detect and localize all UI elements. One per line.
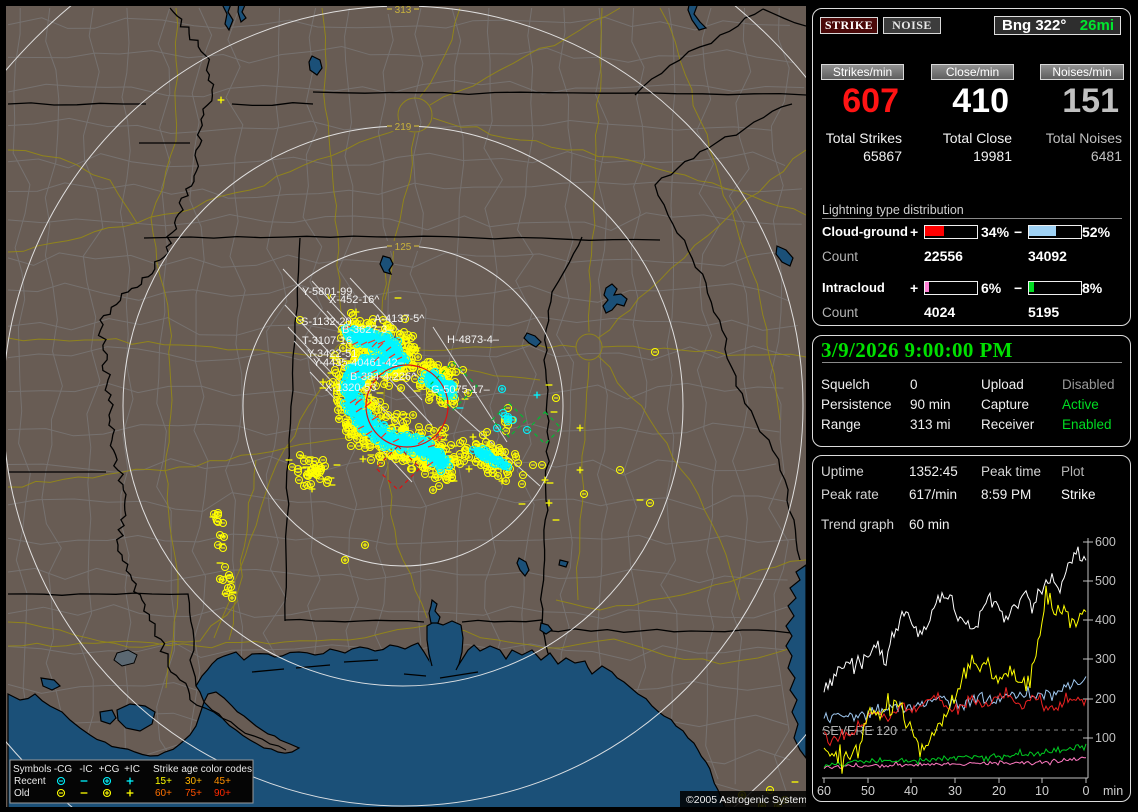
svg-text:100: 100 [1095, 731, 1116, 745]
svg-text:50: 50 [861, 784, 875, 798]
svg-text:500: 500 [1095, 574, 1116, 588]
svg-text:min: min [1103, 784, 1123, 798]
svg-text:30: 30 [948, 784, 962, 798]
svg-text:10: 10 [1035, 784, 1049, 798]
svg-text:20: 20 [992, 784, 1006, 798]
svg-text:0: 0 [1083, 784, 1090, 798]
svg-text:60: 60 [817, 784, 831, 798]
svg-text:40: 40 [904, 784, 918, 798]
svg-text:400: 400 [1095, 613, 1116, 627]
svg-text:300: 300 [1095, 652, 1116, 666]
svg-text:600: 600 [1095, 535, 1116, 549]
svg-text:200: 200 [1095, 692, 1116, 706]
